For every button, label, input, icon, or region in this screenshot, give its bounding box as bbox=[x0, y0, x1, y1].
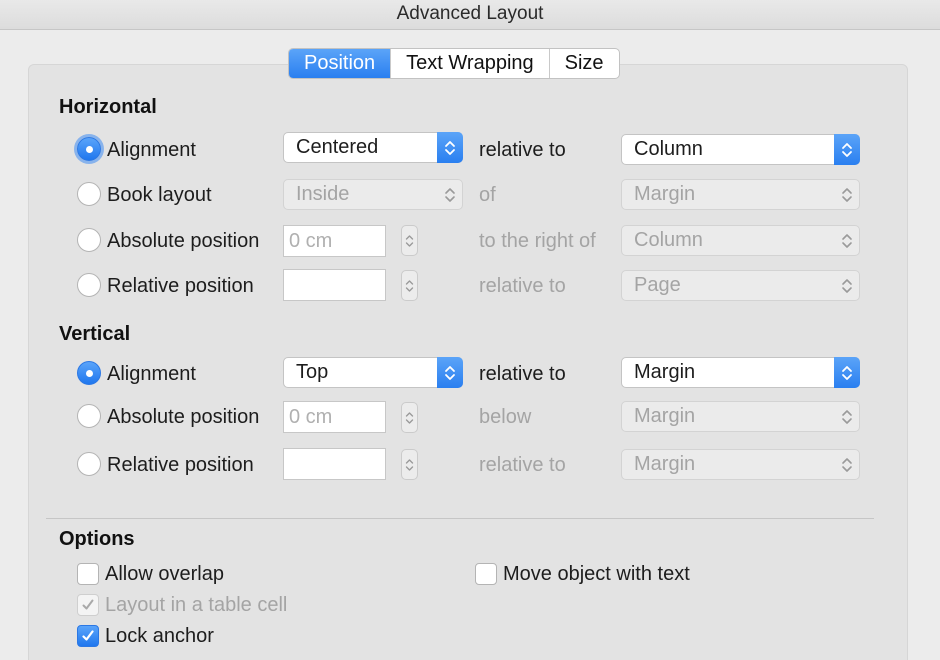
horizontal-alignment-value: Centered bbox=[296, 136, 379, 158]
updown-chevron-icon bbox=[834, 270, 860, 301]
horizontal-alignment-relative-label: relative to bbox=[479, 139, 566, 161]
stepper-arrows-icon bbox=[405, 411, 414, 424]
horizontal-section-title: Horizontal bbox=[59, 96, 157, 118]
checkmark-icon bbox=[82, 630, 94, 641]
horizontal-absolute-position-input[interactable]: 0 cm bbox=[283, 225, 386, 257]
horizontal-relative-position-input[interactable] bbox=[283, 269, 386, 301]
horizontal-relative-position-radio[interactable] bbox=[77, 273, 101, 297]
book-layout-relative-label: of bbox=[479, 184, 496, 206]
vertical-absolute-position-radio[interactable] bbox=[77, 404, 101, 428]
tab-bar: Position Text Wrapping Size bbox=[288, 48, 620, 79]
allow-overlap-label: Allow overlap bbox=[105, 563, 224, 585]
updown-chevron-icon bbox=[834, 225, 860, 256]
vertical-relative-position-input[interactable] bbox=[283, 448, 386, 480]
book-layout-radio[interactable] bbox=[77, 182, 101, 206]
window-title: Advanced Layout bbox=[0, 0, 940, 30]
book-layout-select[interactable]: Inside bbox=[283, 179, 463, 210]
vertical-alignment-relative-value: Margin bbox=[634, 361, 696, 383]
vertical-relative-position-relative-value: Margin bbox=[634, 453, 696, 475]
vertical-relative-position-relative-select[interactable]: Margin bbox=[621, 449, 860, 480]
tab-position[interactable]: Position bbox=[289, 49, 391, 78]
vertical-absolute-position-relative-select[interactable]: Margin bbox=[621, 401, 860, 432]
stepper-arrows-icon bbox=[405, 234, 414, 247]
vertical-alignment-value: Top bbox=[296, 361, 329, 383]
vertical-alignment-select[interactable]: Top bbox=[283, 357, 463, 388]
vertical-absolute-position-stepper[interactable] bbox=[401, 402, 418, 433]
horizontal-relative-position-relative-value: Page bbox=[634, 274, 681, 296]
updown-chevron-icon bbox=[437, 132, 463, 163]
horizontal-absolute-position-radio[interactable] bbox=[77, 228, 101, 252]
vertical-relative-position-stepper[interactable] bbox=[401, 449, 418, 480]
updown-chevron-icon bbox=[834, 401, 860, 432]
tab-size[interactable]: Size bbox=[548, 49, 619, 78]
horizontal-relative-position-relative-select[interactable]: Page bbox=[621, 270, 860, 301]
vertical-absolute-position-relative-label: below bbox=[479, 406, 532, 428]
move-object-with-text-checkbox[interactable] bbox=[475, 563, 497, 585]
updown-chevron-icon bbox=[437, 179, 463, 210]
vertical-relative-position-radio[interactable] bbox=[77, 452, 101, 476]
vertical-alignment-relative-label: relative to bbox=[479, 363, 566, 385]
section-divider bbox=[46, 518, 874, 519]
vertical-alignment-label: Alignment bbox=[107, 363, 196, 385]
lock-anchor-checkbox[interactable] bbox=[77, 625, 99, 647]
move-object-with-text-label: Move object with text bbox=[503, 563, 690, 585]
vertical-section-title: Vertical bbox=[59, 323, 131, 345]
vertical-absolute-position-input[interactable]: 0 cm bbox=[283, 401, 386, 433]
layout-in-table-cell-checkbox[interactable] bbox=[77, 594, 99, 616]
horizontal-absolute-position-relative-select[interactable]: Column bbox=[621, 225, 860, 256]
updown-chevron-icon bbox=[834, 134, 860, 165]
tab-text-wrapping[interactable]: Text Wrapping bbox=[390, 49, 548, 78]
horizontal-alignment-relative-select[interactable]: Column bbox=[621, 134, 860, 165]
horizontal-absolute-position-relative-label: to the right of bbox=[479, 230, 596, 252]
horizontal-relative-position-relative-label: relative to bbox=[479, 275, 566, 297]
vertical-absolute-position-label: Absolute position bbox=[107, 406, 260, 428]
book-layout-label: Book layout bbox=[107, 184, 212, 206]
vertical-relative-position-relative-label: relative to bbox=[479, 454, 566, 476]
updown-chevron-icon bbox=[834, 449, 860, 480]
vertical-relative-position-label: Relative position bbox=[107, 454, 254, 476]
stepper-arrows-icon bbox=[405, 279, 414, 292]
horizontal-relative-position-label: Relative position bbox=[107, 275, 254, 297]
updown-chevron-icon bbox=[834, 357, 860, 388]
layout-in-table-cell-label: Layout in a table cell bbox=[105, 594, 288, 616]
allow-overlap-checkbox[interactable] bbox=[77, 563, 99, 585]
book-layout-relative-value: Margin bbox=[634, 183, 696, 205]
options-section-title: Options bbox=[59, 528, 135, 550]
updown-chevron-icon bbox=[834, 179, 860, 210]
horizontal-alignment-label: Alignment bbox=[107, 139, 196, 161]
horizontal-absolute-position-stepper[interactable] bbox=[401, 225, 418, 256]
horizontal-alignment-radio[interactable] bbox=[77, 137, 101, 161]
book-layout-value: Inside bbox=[296, 183, 350, 205]
vertical-alignment-relative-select[interactable]: Margin bbox=[621, 357, 860, 388]
book-layout-relative-select[interactable]: Margin bbox=[621, 179, 860, 210]
horizontal-relative-position-stepper[interactable] bbox=[401, 270, 418, 301]
stepper-arrows-icon bbox=[405, 458, 414, 471]
horizontal-alignment-relative-value: Column bbox=[634, 138, 703, 160]
horizontal-absolute-position-relative-value: Column bbox=[634, 229, 703, 251]
vertical-absolute-position-relative-value: Margin bbox=[634, 405, 696, 427]
horizontal-absolute-position-label: Absolute position bbox=[107, 230, 260, 252]
horizontal-alignment-select[interactable]: Centered bbox=[283, 132, 463, 163]
updown-chevron-icon bbox=[437, 357, 463, 388]
lock-anchor-label: Lock anchor bbox=[105, 625, 214, 647]
checkmark-icon bbox=[82, 599, 94, 610]
vertical-alignment-radio[interactable] bbox=[77, 361, 101, 385]
